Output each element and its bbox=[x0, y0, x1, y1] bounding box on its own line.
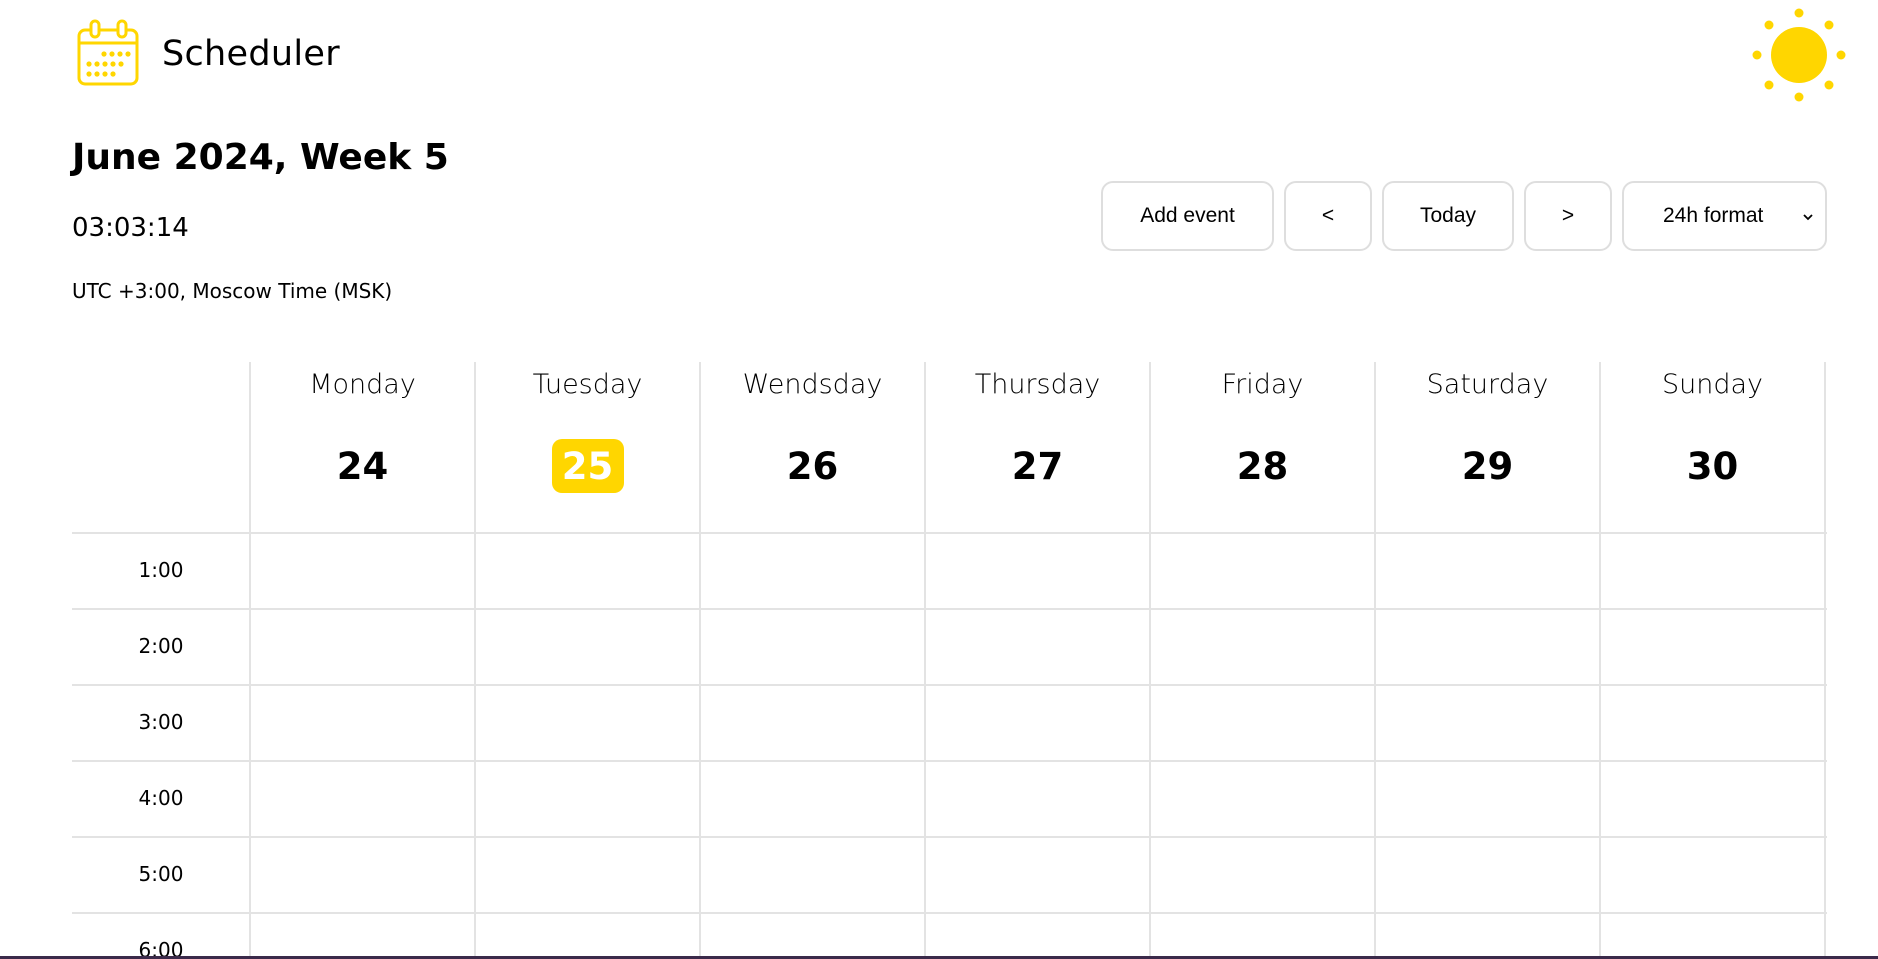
day-date[interactable]: 30 bbox=[1673, 439, 1753, 493]
time-slot-cell[interactable] bbox=[251, 914, 474, 959]
day-name: Thursday bbox=[974, 369, 1101, 400]
time-slot-cell[interactable] bbox=[701, 762, 924, 836]
hour-label: 1:00 bbox=[138, 558, 184, 582]
time-slot-cell[interactable] bbox=[926, 914, 1149, 959]
time-slot-cell[interactable] bbox=[926, 610, 1149, 684]
hour-label: 5:00 bbox=[138, 862, 184, 886]
time-slot-cell[interactable] bbox=[476, 610, 699, 684]
time-slot-cell[interactable] bbox=[1376, 762, 1599, 836]
timezone-label: UTC +3:00, Moscow Time (MSK) bbox=[72, 279, 393, 303]
time-slot-cell[interactable] bbox=[701, 686, 924, 760]
chevron-down-icon bbox=[1803, 214, 1813, 221]
hour-label: 2:00 bbox=[138, 634, 184, 658]
calendar-icon bbox=[77, 19, 139, 86]
time-slot-cell[interactable] bbox=[1376, 534, 1599, 608]
time-slot-cell[interactable] bbox=[476, 686, 699, 760]
week-grid: Monday 24 Tuesday 25 Wendsday 26 Thursday 27 Fri… bbox=[72, 362, 1827, 959]
time-slot-cell[interactable] bbox=[251, 534, 474, 608]
time-format-value: 24h format bbox=[1663, 204, 1764, 227]
week-title: June 2024, Week 5 bbox=[72, 137, 449, 178]
day-name: Tuesday bbox=[532, 369, 643, 400]
time-slot-cell[interactable] bbox=[251, 762, 474, 836]
time-slot-cell[interactable] bbox=[1601, 686, 1824, 760]
grid-column-divider bbox=[1824, 362, 1826, 959]
time-slot-cell[interactable] bbox=[1151, 686, 1374, 760]
scheduler-page: Scheduler June 2024, Week 5 03:03:14 UTC… bbox=[0, 0, 1878, 959]
time-slot-cell[interactable] bbox=[1151, 838, 1374, 912]
current-time: 03:03:14 bbox=[72, 213, 189, 243]
day-date[interactable]: 26 bbox=[773, 439, 853, 493]
time-slot-cell[interactable] bbox=[926, 838, 1149, 912]
time-slot-cell[interactable] bbox=[476, 534, 699, 608]
day-name: Monday bbox=[309, 369, 416, 400]
time-slot-cell[interactable] bbox=[1601, 610, 1824, 684]
hour-label: 3:00 bbox=[138, 710, 184, 734]
day-name: Saturday bbox=[1426, 369, 1549, 400]
add-event-button[interactable]: Add event bbox=[1101, 181, 1274, 251]
app-title: Scheduler bbox=[162, 34, 340, 74]
sun-icon[interactable] bbox=[1752, 8, 1846, 102]
today-date[interactable]: 25 bbox=[551, 439, 624, 493]
next-week-button[interactable]: > bbox=[1524, 181, 1612, 251]
time-slot-cell[interactable] bbox=[251, 686, 474, 760]
time-slot-cell[interactable] bbox=[701, 534, 924, 608]
day-date[interactable]: 27 bbox=[998, 439, 1078, 493]
time-slot-cell[interactable] bbox=[701, 610, 924, 684]
time-slot-cell[interactable] bbox=[926, 762, 1149, 836]
time-slot-cell[interactable] bbox=[476, 914, 699, 959]
time-slot-cell[interactable] bbox=[1601, 838, 1824, 912]
day-name: Wendsday bbox=[742, 369, 883, 400]
time-format-select[interactable]: 24h format bbox=[1622, 181, 1827, 251]
previous-week-button[interactable]: < bbox=[1284, 181, 1372, 251]
time-slot-cell[interactable] bbox=[1376, 838, 1599, 912]
time-slot-cell[interactable] bbox=[1376, 610, 1599, 684]
time-slot-cell[interactable] bbox=[926, 686, 1149, 760]
day-date[interactable]: 28 bbox=[1223, 439, 1303, 493]
day-name: Friday bbox=[1221, 369, 1304, 400]
time-slot-cell[interactable] bbox=[1151, 534, 1374, 608]
time-slot-cell[interactable] bbox=[1151, 914, 1374, 959]
time-slot-cell[interactable] bbox=[251, 610, 474, 684]
time-slot-cell[interactable] bbox=[1601, 914, 1824, 959]
time-slot-cell[interactable] bbox=[1376, 914, 1599, 959]
time-slot-cell[interactable] bbox=[1151, 610, 1374, 684]
time-slot-cell[interactable] bbox=[701, 914, 924, 959]
hour-label: 4:00 bbox=[138, 786, 184, 810]
time-slot-cell[interactable] bbox=[1601, 762, 1824, 836]
today-button[interactable]: Today bbox=[1382, 181, 1514, 251]
day-name: Sunday bbox=[1661, 369, 1764, 400]
time-slot-cell[interactable] bbox=[251, 838, 474, 912]
time-slot-cell[interactable] bbox=[1601, 534, 1824, 608]
time-slot-cell[interactable] bbox=[701, 838, 924, 912]
time-slot-cell[interactable] bbox=[926, 534, 1149, 608]
day-date[interactable]: 24 bbox=[323, 439, 403, 493]
time-slot-cell[interactable] bbox=[1376, 686, 1599, 760]
time-slot-cell[interactable] bbox=[1151, 762, 1374, 836]
time-slot-cell[interactable] bbox=[476, 762, 699, 836]
day-date[interactable]: 29 bbox=[1448, 439, 1528, 493]
time-slot-cell[interactable] bbox=[476, 838, 699, 912]
